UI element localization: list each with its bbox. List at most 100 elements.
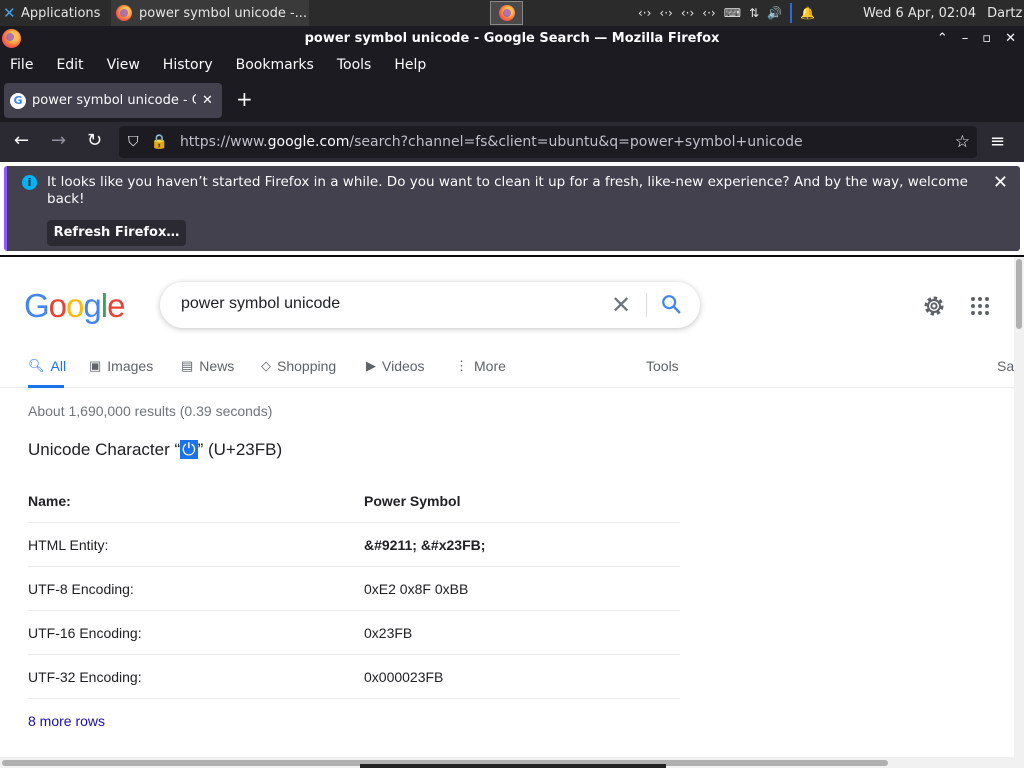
menu-view[interactable]: View [107,57,140,73]
featured-snippet-title: Unicode Character “⏻” (U+23FB) [28,440,283,459]
play-icon: ▶ [366,358,376,373]
user-name[interactable]: Dartz [987,6,1022,21]
row-key: HTML Entity: [28,537,109,553]
row-value: 0x000023FB [364,669,444,685]
minimize-icon[interactable]: – [962,26,969,51]
search-icon[interactable] [660,293,682,315]
tab-more[interactable]: ⋮ More [455,357,506,388]
menu-history[interactable]: History [163,57,213,73]
clock-text: Wed 6 Apr, 02:04 [863,5,977,21]
new-tab-icon[interactable]: + [236,89,253,109]
bookmark-star-icon[interactable]: ☆ [955,132,970,152]
scrollbar-thumb[interactable] [1016,259,1022,329]
notification-close-icon[interactable]: ✕ [993,172,1008,193]
menu-bar: File Edit View History Bookmarks Tools H… [0,51,1024,79]
back-icon[interactable]: ← [14,130,29,152]
clear-search-icon[interactable]: ✕ [611,291,631,320]
tag-icon: ◇ [261,358,271,373]
search-icon: 🔍︎ [28,358,45,373]
menu-help[interactable]: Help [394,57,426,73]
window-titlebar: power symbol unicode - Google Search — M… [0,26,1024,51]
refresh-notification-bar: i It looks like you haven’t started Fire… [4,166,1020,251]
notification-bell-icon[interactable]: 🔔 [800,6,815,20]
info-icon: i [22,175,37,190]
row-value: 0xE2 0x8F 0xBB [364,581,469,597]
workspace-switcher[interactable] [490,1,523,25]
refresh-firefox-button[interactable]: Refresh Firefox… [47,220,186,246]
transfer-icon[interactable]: ⇅ [749,6,759,20]
lock-icon[interactable]: 🔒 [151,134,168,150]
news-icon: ▤ [181,358,194,373]
forward-icon[interactable]: → [51,130,66,152]
taskbar-window-button[interactable]: power symbol unicode -... [111,0,309,26]
applications-label: Applications [21,5,101,21]
tools-button[interactable]: Tools [646,358,679,374]
applications-menu[interactable]: ✕ Applications [0,0,100,26]
firefox-icon [498,5,515,21]
tab-news[interactable]: ▤ News [181,357,234,388]
tab-title: power symbol unicode - G [32,93,196,108]
network-icon[interactable]: ‹·› [659,6,672,20]
tab-close-icon[interactable]: ✕ [202,93,213,108]
network-icon[interactable]: ‹·› [638,6,651,20]
window-controls: ⌃ – ▫ ✕ [937,26,1016,51]
google-results-page: Google power symbol unicode ✕ 🔍︎ All ▣ Ima… [0,257,1014,757]
reload-icon[interactable]: ↻ [87,130,102,152]
tracking-protection-icon[interactable]: ⛉ [128,134,139,150]
tab-videos[interactable]: ▶ Videos [366,357,425,388]
url-bar[interactable]: ⛉ 🔒 https://www.google.com/search?channe… [119,126,977,158]
google-logo[interactable]: Google [24,287,125,325]
system-tray: ‹·› ‹·› ‹·› ‹·› ⌨ ⇅ 🔊 🔔 [638,0,815,26]
more-dots-icon: ⋮ [455,358,468,373]
more-rows-link[interactable]: 8 more rows [28,713,105,729]
row-key: UTF-16 Encoding: [28,625,142,641]
horizontal-scrollbar[interactable] [0,757,1014,768]
tray-divider [790,3,793,23]
menu-bookmarks[interactable]: Bookmarks [236,57,314,73]
tab-all[interactable]: 🔍︎ All [28,357,66,388]
close-icon[interactable]: ✕ [1005,26,1016,51]
search-box[interactable]: power symbol unicode ✕ [160,282,700,328]
table-row: HTML Entity: &#9211; &#x23FB; [28,523,680,567]
navigation-toolbar: ← → ↻ ⛉ 🔒 https://www.google.com/search?… [0,122,1024,162]
unicode-info-table: Name: Power Symbol HTML Entity: &#9211; … [28,479,680,699]
taskbar-window-title: power symbol unicode -... [139,5,308,21]
row-key: UTF-32 Encoding: [28,669,142,685]
search-divider [646,293,647,317]
tab-images[interactable]: ▣ Images [89,357,153,388]
network-icon[interactable]: ‹·› [681,6,694,20]
firefox-icon [2,29,21,48]
vertical-scrollbar[interactable] [1014,257,1024,768]
safesearch-button[interactable]: Sa [997,358,1014,374]
table-row: UTF-8 Encoding: 0xE2 0x8F 0xBB [28,567,680,611]
firefox-icon [116,5,132,21]
browser-tab[interactable]: G power symbol unicode - G ✕ [4,83,222,118]
tab-strip: G power symbol unicode - G ✕ + [0,79,1024,122]
volume-icon[interactable]: 🔊 [767,6,782,20]
clock[interactable]: Wed 6 Apr, 02:04 Dartz [863,0,1022,26]
menu-edit[interactable]: Edit [56,57,83,73]
window-title: power symbol unicode - Google Search — M… [304,31,720,46]
row-key: UTF-8 Encoding: [28,581,134,597]
table-row: Name: Power Symbol [28,479,680,523]
system-taskbar: ✕ Applications power symbol unicode -...… [0,0,1024,26]
row-value: Power Symbol [364,493,461,509]
row-key: Name: [28,493,71,509]
menu-file[interactable]: File [10,57,33,73]
network-icon[interactable]: ‹·› [702,6,715,20]
hamburger-menu-icon[interactable]: ≡ [990,131,1005,152]
search-input[interactable]: power symbol unicode [181,295,340,313]
settings-gear-icon[interactable] [922,294,946,318]
url-text[interactable]: https://www.google.com/search?channel=fs… [180,134,803,150]
search-tabs: 🔍︎ All ▣ Images ▤ News ◇ Shopping ▶ Videos ⋮ M… [0,357,1014,388]
xfce-icon: ✕ [3,4,16,22]
maximize-icon[interactable]: ⌃ [937,26,948,51]
restore-icon[interactable]: ▫ [982,26,991,51]
tab-shopping[interactable]: ◇ Shopping [261,357,336,388]
keyboard-icon[interactable]: ⌨ [724,6,741,20]
power-symbol-selected: ⏻ [180,440,198,459]
google-apps-icon[interactable] [971,297,989,315]
menu-tools[interactable]: Tools [337,57,372,73]
table-row: UTF-32 Encoding: 0x000023FB [28,655,680,699]
notification-message: It looks like you haven’t started Firefo… [47,174,968,207]
